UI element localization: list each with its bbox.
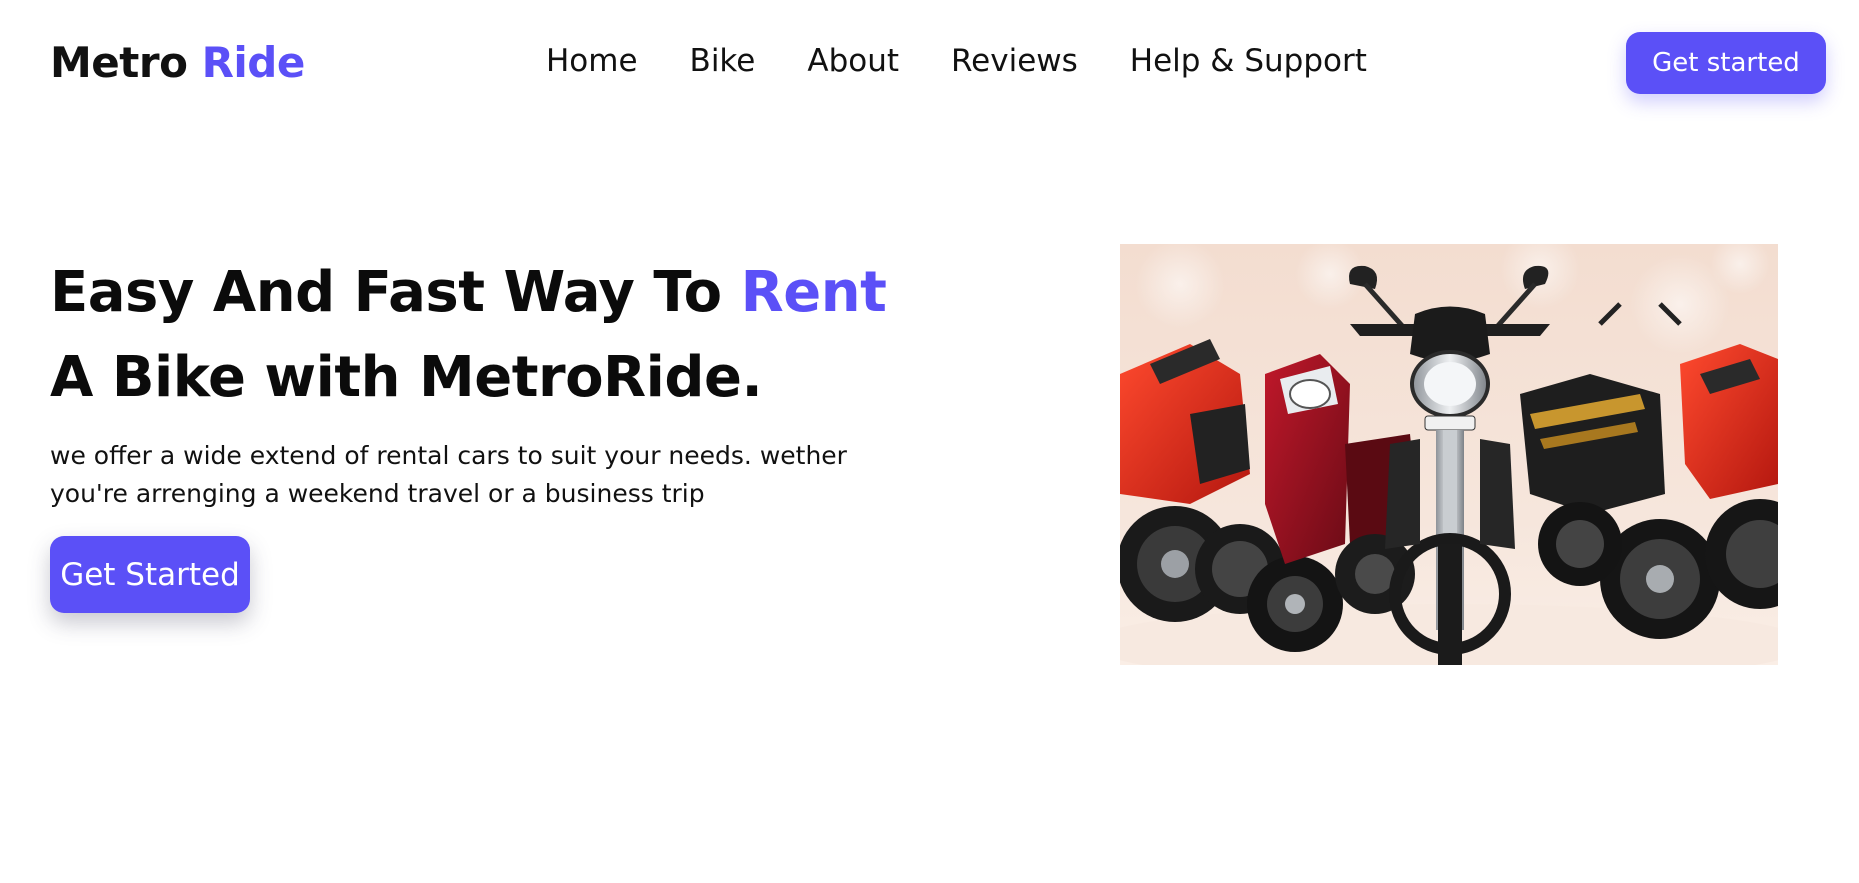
nav-about[interactable]: About (807, 43, 899, 79)
hero-title-line2: A Bike with MetroRide. (50, 345, 763, 410)
nav-help-support[interactable]: Help & Support (1130, 43, 1367, 79)
logo-accent-text: Ride (201, 38, 306, 87)
hero-description: we offer a wide extend of rental cars to… (50, 441, 847, 508)
header-get-started-button[interactable]: Get started (1626, 32, 1826, 94)
nav-bike[interactable]: Bike (690, 43, 756, 79)
nav-home[interactable]: Home (546, 43, 638, 79)
hero-bikes-image (1120, 244, 1778, 665)
landing-page: Metro Ride Home Bike About Reviews Help … (0, 0, 1859, 883)
nav-reviews[interactable]: Reviews (951, 43, 1078, 79)
main-nav: Home Bike About Reviews Help & Support (546, 43, 1367, 79)
hero-title-accent: Rent (740, 260, 887, 325)
hero-title-part1: Easy And Fast Way To (50, 260, 741, 325)
logo[interactable]: Metro Ride (50, 38, 305, 87)
hero-title: Easy And Fast Way To Rent A Bike with Me… (50, 250, 887, 420)
hero-get-started-button[interactable]: Get Started (50, 536, 250, 613)
logo-main-text: Metro (50, 38, 188, 87)
